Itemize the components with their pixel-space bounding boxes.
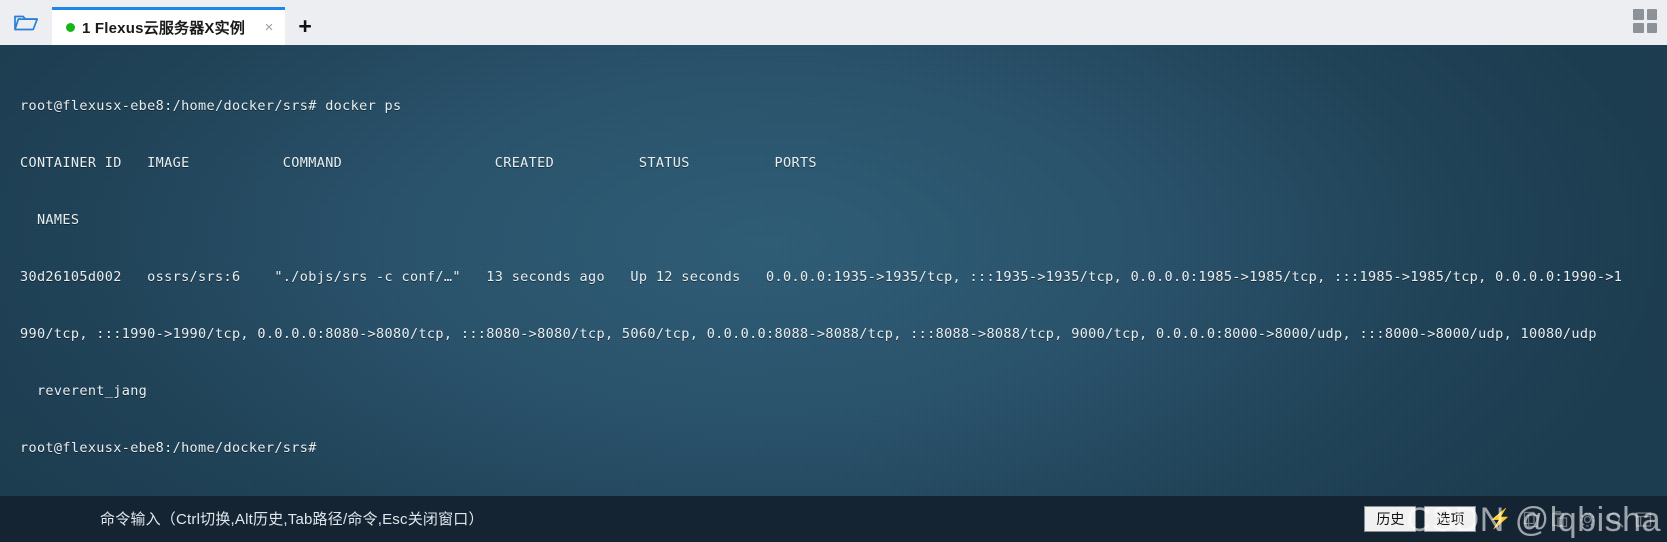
gear-icon[interactable]	[1578, 510, 1597, 529]
terminal-text: root@flexusx-ebe8:/home/docker/srs# dock…	[0, 45, 1667, 496]
terminal-output-pane[interactable]: root@flexusx-ebe8:/home/docker/srs# dock…	[0, 45, 1667, 542]
status-bar-icon-group	[1522, 510, 1653, 529]
tab-bar: 1 Flexus云服务器X实例 × +	[0, 0, 1667, 45]
tab-close-icon[interactable]: ×	[259, 18, 279, 38]
copy-icon[interactable]	[1522, 510, 1541, 529]
paste-icon[interactable]	[1550, 510, 1569, 529]
grid-cell	[1633, 9, 1644, 20]
lightning-bolt-icon[interactable]: ⚡	[1488, 510, 1512, 529]
terminal-prompt-line: root@flexusx-ebe8:/home/docker/srs#	[20, 440, 317, 456]
options-button[interactable]: 选项	[1424, 506, 1477, 532]
grid-menu-icon[interactable]	[1633, 9, 1657, 33]
terminal-line: CONTAINER ID IMAGE COMMAND CREATED STATU…	[20, 155, 817, 171]
grid-cell	[1646, 9, 1657, 20]
terminal-line: root@flexusx-ebe8:/home/docker/srs# dock…	[20, 98, 402, 114]
terminal-line: reverent_jang	[20, 383, 148, 399]
tab-title: 1 Flexus云服务器X实例	[82, 20, 246, 37]
tab-flexus-instance[interactable]: 1 Flexus云服务器X实例 ×	[52, 7, 286, 45]
search-icon[interactable]	[1606, 510, 1625, 529]
grid-cell	[1646, 22, 1657, 33]
grid-cell	[1633, 22, 1644, 33]
terminal-line: 990/tcp, :::1990->1990/tcp, 0.0.0.0:8080…	[20, 326, 1597, 342]
tab-status-dot	[66, 23, 75, 32]
window-icon[interactable]	[1634, 510, 1653, 529]
status-bar: 历史 选项 ⚡	[0, 496, 1667, 542]
open-folder-button[interactable]	[0, 0, 52, 45]
command-input[interactable]	[100, 496, 1365, 542]
terminal-line: NAMES	[20, 212, 80, 228]
history-button[interactable]: 历史	[1364, 506, 1417, 532]
new-tab-button[interactable]: +	[285, 7, 325, 45]
terminal-app-window: 1 Flexus云服务器X实例 × + root@flexusx-ebe8:/h…	[0, 0, 1667, 542]
open-folder-icon	[13, 12, 39, 34]
terminal-line: 30d26105d002 ossrs/srs:6 "./objs/srs -c …	[20, 269, 1623, 285]
